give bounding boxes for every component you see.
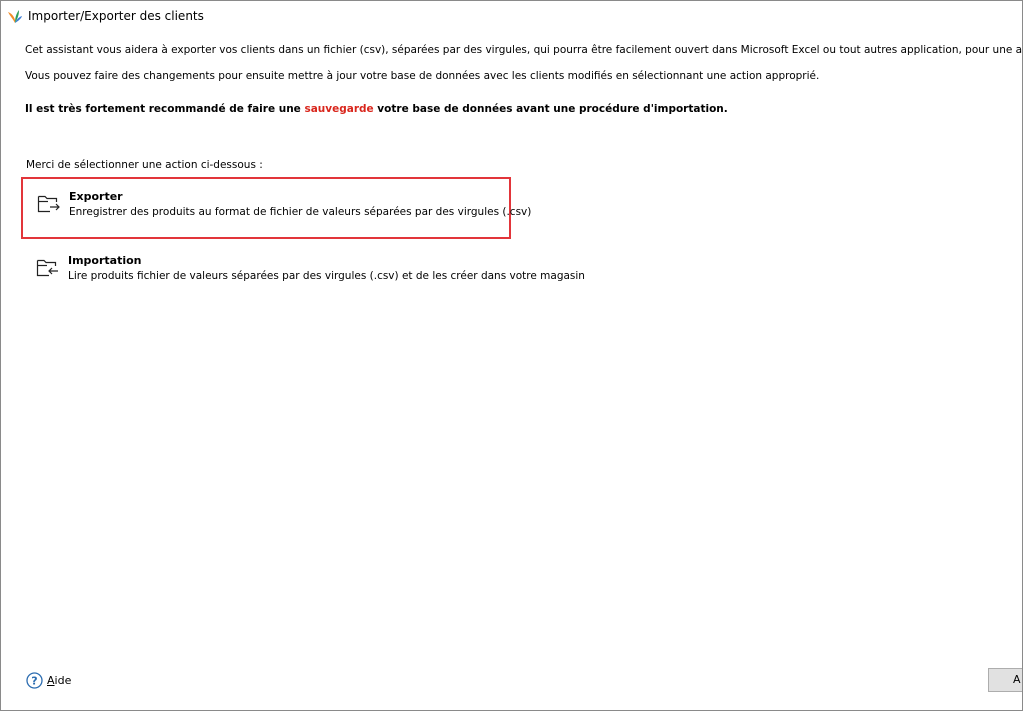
action-export[interactable]: Exporter Enregistrer des produits au for… (21, 177, 531, 239)
help-label: Aide (47, 674, 72, 687)
action-import-title: Importation (68, 254, 142, 267)
title-bar[interactable]: Importer/Exporter des clients (1, 1, 1022, 32)
app-logo-icon (8, 10, 22, 23)
action-export-description: Enregistrer des produits au format de fi… (69, 206, 532, 218)
action-import[interactable]: Importation Lire produits fichier de val… (21, 242, 585, 297)
window-title: Importer/Exporter des clients (28, 9, 204, 23)
warning-highlight: sauvegarde (304, 103, 374, 115)
action-export-title: Exporter (69, 190, 123, 203)
folder-export-icon (37, 195, 60, 213)
importer-exporter-window: Importer/Exporter des clients Cet assist… (0, 0, 1023, 711)
backup-warning: Il est très fortement recommandé de fair… (25, 103, 728, 115)
action-import-description: Lire produits fichier de valeurs séparée… (68, 270, 585, 282)
warning-text-before: Il est très fortement recommandé de fair… (25, 103, 305, 115)
warning-text-after: votre base de données avant une procédur… (373, 103, 728, 115)
intro-text-line-2: Vous pouvez faire des changements pour e… (25, 70, 820, 82)
help-circle-icon: ? (26, 672, 43, 689)
svg-text:?: ? (31, 675, 37, 688)
folder-import-icon (36, 259, 58, 277)
intro-text-line-1: Cet assistant vous aidera à exporter vos… (25, 44, 1023, 56)
action-prompt: Merci de sélectionner une action ci-dess… (26, 159, 263, 171)
next-button[interactable]: A (988, 668, 1022, 692)
